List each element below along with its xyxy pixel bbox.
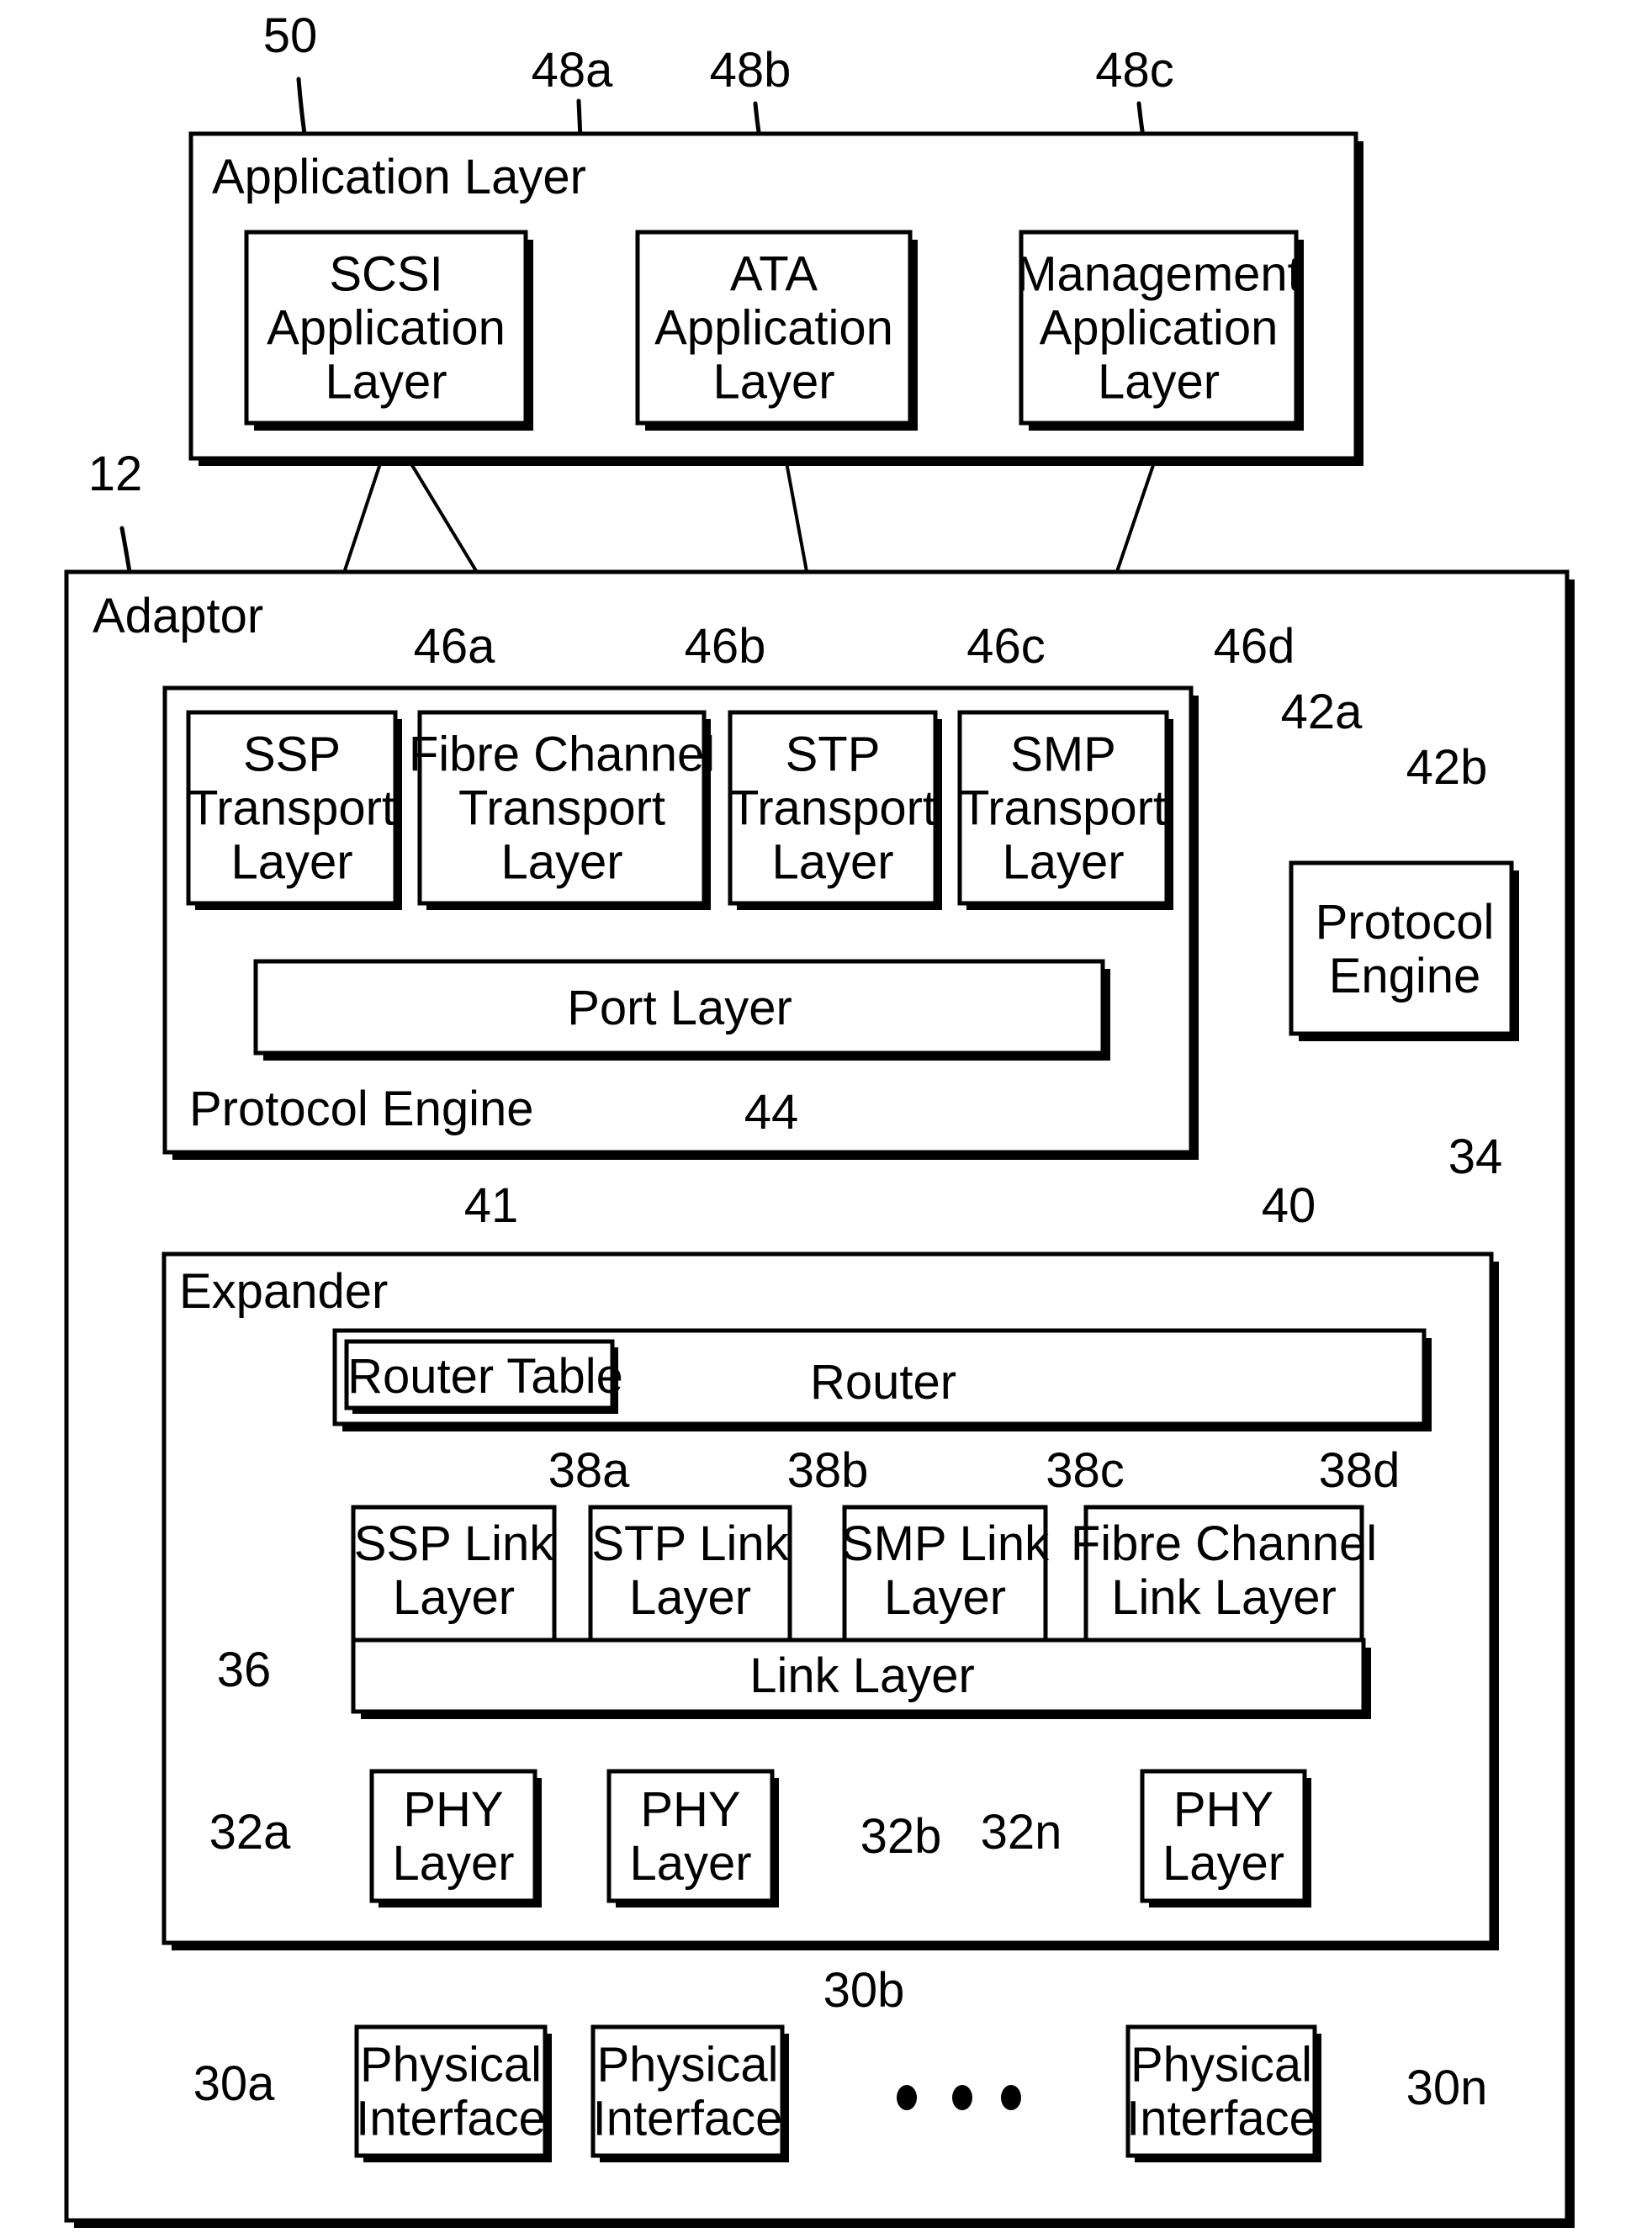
router-table-label: Router Table bbox=[347, 1349, 623, 1404]
ref-30b: 30b bbox=[823, 1963, 905, 2018]
protocol-engine-a-title: Protocol Engine bbox=[189, 1082, 533, 1136]
ref-40: 40 bbox=[1262, 1178, 1316, 1233]
ref-42b: 42b bbox=[1406, 740, 1488, 795]
ref-32a: 32a bbox=[209, 1805, 292, 1860]
phy-box-3-label-line-2: Layer bbox=[1162, 1836, 1284, 1891]
application-layer-title: Application Layer bbox=[212, 150, 586, 204]
transport-box-3-label-line-2: Transport bbox=[729, 781, 936, 836]
link-box-3-label-line-2: Layer bbox=[884, 1570, 1006, 1625]
ellipsis-dot-3 bbox=[1001, 2085, 1021, 2110]
ref-48c: 48c bbox=[1095, 43, 1174, 98]
link-box-1-label-line-2: Layer bbox=[393, 1570, 515, 1625]
ref-48b: 48b bbox=[710, 43, 792, 98]
app-box-3-label-line-3: Layer bbox=[1098, 355, 1220, 410]
app-box-1-label-line-2: Application bbox=[267, 301, 506, 356]
link-box-2-label-line-1: STP Link bbox=[591, 1516, 789, 1571]
transport-box-2-label-line-1: Fibre Channel bbox=[409, 728, 715, 782]
link-box-4-label-line-2: Link Layer bbox=[1111, 1570, 1337, 1625]
adaptor-architecture-diagram: Application Layer50SCSIApplicationLayer4… bbox=[64, 8, 1575, 2228]
ref-38c: 38c bbox=[1046, 1443, 1125, 1498]
ref-41: 41 bbox=[464, 1178, 519, 1233]
ref-34: 34 bbox=[1448, 1130, 1503, 1184]
ref-32n: 32n bbox=[981, 1805, 1062, 1860]
ref-46c: 46c bbox=[966, 619, 1046, 674]
ref-38a: 38a bbox=[548, 1443, 631, 1498]
transport-box-4-label-line-3: Layer bbox=[1002, 835, 1124, 890]
phy-box-1-label-line-1: PHY bbox=[403, 1782, 503, 1837]
phy-box-3-label-line-1: PHY bbox=[1173, 1782, 1273, 1837]
phy-box-1-label-line-2: Layer bbox=[392, 1836, 514, 1891]
transport-box-4-label-line-1: SMP bbox=[1010, 728, 1116, 782]
transport-box-1-label-line-3: Layer bbox=[230, 835, 352, 890]
ref-46d: 46d bbox=[1214, 619, 1295, 674]
physical-interface-box-1-label-line-2: Interface bbox=[356, 2092, 546, 2146]
physical-interface-box-2-label-line-1: Physical bbox=[597, 2038, 779, 2093]
link-box-1-label-line-1: SSP Link bbox=[354, 1516, 555, 1571]
app-box-3-label-line-2: Application bbox=[1040, 301, 1279, 356]
transport-box-2-label-line-3: Layer bbox=[500, 835, 622, 890]
ref-32b: 32b bbox=[860, 1809, 942, 1864]
ref-36: 36 bbox=[217, 1643, 272, 1697]
app-box-1-label-line-1: SCSI bbox=[329, 247, 442, 302]
transport-box-2-label-line-2: Transport bbox=[458, 781, 665, 836]
physical-interface-box-3-label-line-2: Interface bbox=[1126, 2092, 1316, 2146]
app-box-2-label-line-2: Application bbox=[654, 301, 893, 356]
ref-38b: 38b bbox=[787, 1443, 869, 1498]
ref-46a: 46a bbox=[414, 619, 496, 674]
ref-12: 12 bbox=[88, 447, 143, 501]
ref-46b: 46b bbox=[685, 619, 766, 674]
router-label: Router bbox=[810, 1355, 956, 1410]
link-box-2-label-line-2: Layer bbox=[629, 1570, 751, 1625]
transport-box-3-label-line-3: Layer bbox=[771, 835, 893, 890]
link-box-4-label-line-1: Fibre Channel bbox=[1071, 1516, 1377, 1571]
protocol-engine-b-label-line-1: Protocol bbox=[1316, 895, 1495, 950]
ref-38d: 38d bbox=[1319, 1443, 1400, 1498]
physical-interface-box-2-label-line-2: Interface bbox=[593, 2092, 783, 2146]
physical-interface-box-1-label-line-1: Physical bbox=[360, 2038, 542, 2093]
protocol-engine-b-label-line-2: Engine bbox=[1329, 949, 1481, 1003]
transport-box-1-label-line-2: Transport bbox=[188, 781, 395, 836]
transport-box-1-label-line-1: SSP bbox=[243, 728, 341, 782]
leader-12 bbox=[119, 526, 132, 574]
phy-box-2-label-line-1: PHY bbox=[640, 1782, 740, 1837]
ref-44: 44 bbox=[744, 1085, 799, 1140]
transport-box-3-label-line-1: STP bbox=[786, 728, 881, 782]
ref-30n: 30n bbox=[1406, 2061, 1488, 2115]
port-layer-label: Port Layer bbox=[567, 981, 792, 1035]
transport-box-4-label-line-2: Transport bbox=[960, 781, 1167, 836]
ref-42a: 42a bbox=[1281, 685, 1363, 739]
ellipsis-dot-1 bbox=[897, 2085, 917, 2110]
adaptor-title: Adaptor bbox=[93, 589, 263, 643]
app-box-2-label-line-1: ATA bbox=[730, 247, 818, 302]
ref-30a: 30a bbox=[193, 2056, 276, 2111]
ref-50: 50 bbox=[263, 8, 318, 63]
phy-box-2-label-line-2: Layer bbox=[629, 1836, 751, 1891]
ref-48a: 48a bbox=[532, 43, 614, 98]
link-layer-label: Link Layer bbox=[749, 1648, 975, 1703]
app-box-2-label-line-3: Layer bbox=[712, 355, 834, 410]
link-box-3-label-line-1: SMP Link bbox=[841, 1516, 1050, 1571]
leader-50 bbox=[296, 77, 307, 136]
app-box-1-label-line-3: Layer bbox=[325, 355, 447, 410]
app-box-3-label-line-1: Management bbox=[1016, 247, 1301, 302]
ellipsis-dot-2 bbox=[952, 2085, 972, 2110]
expander-title: Expander bbox=[179, 1264, 388, 1319]
physical-interface-box-3-label-line-1: Physical bbox=[1130, 2038, 1312, 2093]
